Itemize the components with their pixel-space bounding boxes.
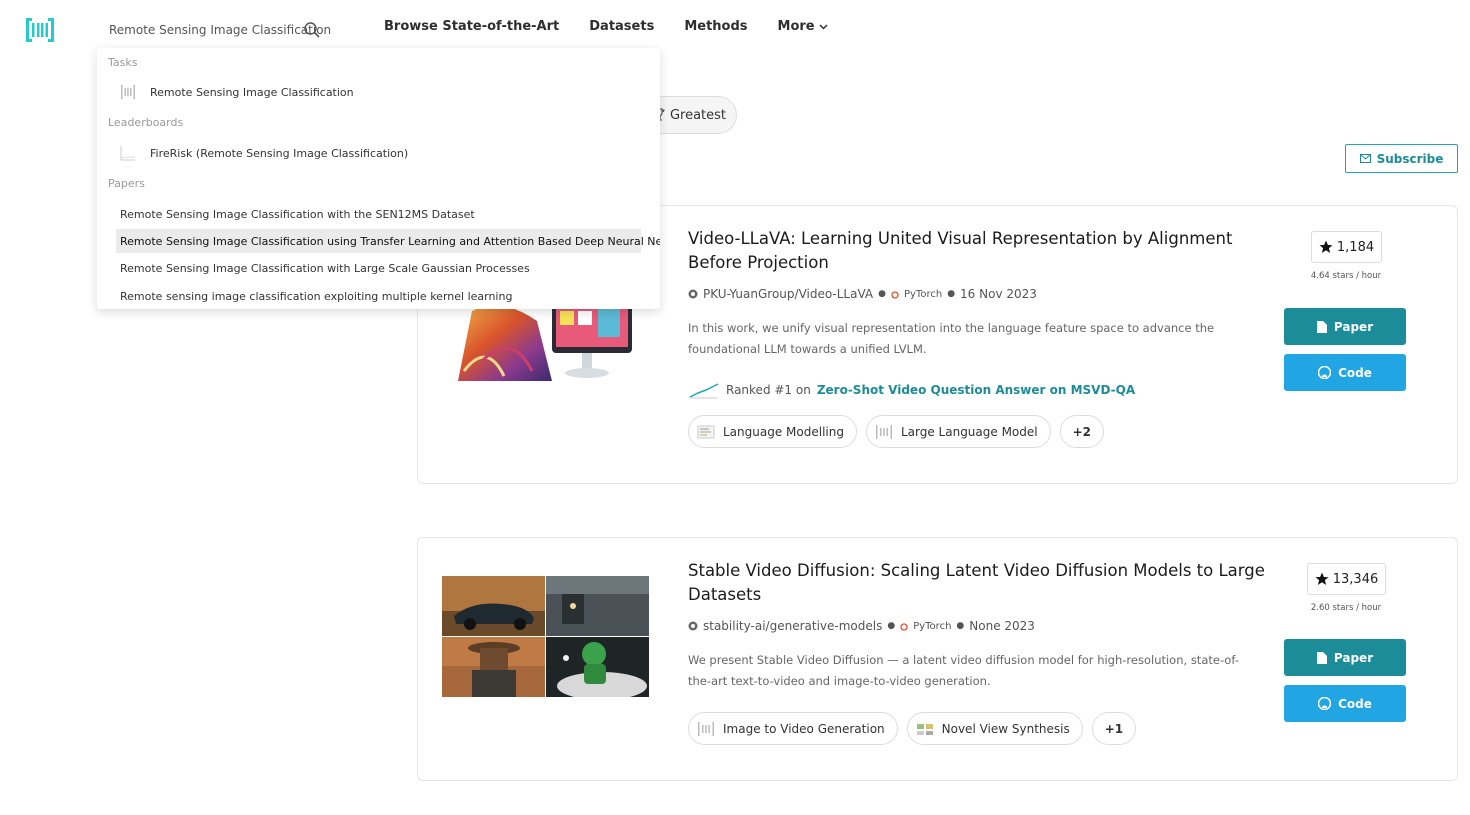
separator: ●: [947, 289, 956, 299]
ranked-prefix: Ranked #1 on: [726, 383, 811, 397]
paper-thumbnail[interactable]: [442, 576, 649, 697]
paper-meta: stability-ai/generative-models ● PyTorch…: [688, 619, 1035, 633]
paper-button-label: Paper: [1333, 650, 1374, 665]
suggestion-leaderboard[interactable]: FireRisk (Remote Sensing Image Classific…: [116, 141, 641, 165]
github-icon: [1318, 366, 1332, 379]
github-icon: [1318, 697, 1332, 710]
star-icon: [1315, 572, 1329, 585]
paperswithcode-logo-icon[interactable]: [26, 18, 54, 42]
more-tags-button[interactable]: +2: [1059, 415, 1105, 448]
paper-button[interactable]: Paper: [1284, 639, 1406, 676]
section-heading-papers: Papers: [108, 177, 145, 190]
paper-title[interactable]: Stable Video Diffusion: Scaling Latent V…: [688, 559, 1268, 607]
task-tag-label: Language Modelling: [723, 424, 844, 439]
task-tag[interactable]: Novel View Synthesis: [906, 712, 1083, 745]
search-icon[interactable]: [303, 21, 321, 39]
search-box[interactable]: [97, 14, 333, 46]
code-button-label: Code: [1338, 365, 1372, 380]
top-nav: Browse State-of-the-Art Datasets Methods…: [384, 19, 828, 34]
paper-meta: PKU-YuanGroup/Video-LLaVA ● PyTorch ● 16…: [688, 287, 1037, 301]
pytorch-icon: [891, 290, 899, 299]
suggestion-task[interactable]: Remote Sensing Image Classification: [116, 80, 641, 104]
separator: ●: [878, 289, 886, 299]
language-modelling-icon: [697, 425, 715, 438]
envelope-icon: [1359, 154, 1371, 163]
repo-link[interactable]: stability-ai/generative-models: [703, 619, 882, 633]
section-heading-leaderboards: Leaderboards: [108, 116, 184, 129]
task-icon: [121, 85, 135, 99]
separator: ●: [956, 621, 965, 631]
stars-count: 13,346: [1332, 571, 1379, 587]
suggestion-paper[interactable]: Remote Sensing Image Classification usin…: [116, 229, 660, 253]
task-placeholder-icon: [698, 721, 714, 736]
separator: ●: [887, 621, 896, 631]
task-tag-label: Large Language Model: [900, 424, 1038, 439]
ranked-badge: Ranked #1 on Zero-Shot Video Question An…: [688, 380, 1135, 400]
github-stars[interactable]: 1,184: [1311, 231, 1382, 263]
task-tag-label: Novel View Synthesis: [941, 721, 1070, 736]
nav-more-label: More: [777, 19, 815, 34]
stars-rate: 2.60 stars / hour: [1310, 603, 1382, 613]
paper-thumbnail[interactable]: [442, 301, 649, 381]
star-icon: [1319, 240, 1333, 253]
more-tags-button[interactable]: +1: [1091, 712, 1137, 745]
code-button[interactable]: Code: [1284, 685, 1406, 722]
nav-methods[interactable]: Methods: [684, 19, 747, 34]
task-placeholder-icon: [875, 424, 892, 439]
paper-button[interactable]: Paper: [1284, 308, 1406, 345]
document-icon: [1316, 320, 1327, 333]
paper-abstract: We present Stable Video Diffusion — a la…: [688, 653, 1239, 688]
search-input[interactable]: [97, 14, 333, 46]
task-tag-label: Image to Video Generation: [723, 721, 885, 736]
framework-label: PyTorch: [913, 620, 952, 632]
github-icon: [688, 621, 698, 631]
ranked-task-link[interactable]: Zero-Shot Video Question Answer on MSVD-…: [817, 383, 1135, 397]
novel-view-synthesis-icon: [916, 723, 933, 735]
paper-card: Stable Video Diffusion: Scaling Latent V…: [417, 537, 1458, 781]
framework-label: PyTorch: [903, 288, 943, 300]
github-icon: [688, 289, 698, 299]
code-button[interactable]: Code: [1284, 354, 1406, 391]
suggestion-paper[interactable]: Remote sensing image classification expl…: [116, 284, 641, 308]
paper-date: None 2023: [969, 619, 1035, 633]
document-icon: [1316, 651, 1327, 664]
nav-datasets[interactable]: Datasets: [589, 19, 654, 34]
nav-browse-sota[interactable]: Browse State-of-the-Art: [384, 19, 559, 34]
repo-link[interactable]: PKU-YuanGroup/Video-LLaVA: [703, 287, 873, 301]
search-suggestions-dropdown: Tasks Remote Sensing Image Classificatio…: [97, 48, 660, 309]
subscribe-label: Subscribe: [1376, 151, 1444, 166]
code-button-label: Code: [1338, 696, 1372, 711]
chevron-down-icon: [819, 23, 828, 30]
subscribe-button[interactable]: Subscribe: [1345, 144, 1458, 173]
paper-date: 16 Nov 2023: [960, 287, 1037, 301]
suggestion-paper[interactable]: Remote Sensing Image Classification with…: [116, 256, 641, 280]
github-stars[interactable]: 13,346: [1307, 563, 1386, 595]
suggestion-paper[interactable]: Remote Sensing Image Classification with…: [116, 202, 641, 226]
task-tag[interactable]: Large Language Model: [865, 415, 1051, 448]
section-heading-tasks: Tasks: [108, 56, 138, 69]
stars-rate: 4.64 stars / hour: [1310, 271, 1382, 281]
task-tags: Language Modelling Large Language Model …: [688, 415, 1105, 448]
nav-more[interactable]: More: [778, 19, 828, 34]
paper-button-label: Paper: [1333, 319, 1374, 334]
task-tag[interactable]: Image to Video Generation: [688, 712, 898, 745]
sota-chart-icon: [689, 383, 719, 399]
leaderboard-chart-icon: [120, 146, 135, 161]
stars-count: 1,184: [1336, 239, 1375, 255]
task-tags: Image to Video Generation Novel View Syn…: [688, 712, 1137, 745]
paper-abstract: In this work, we unify visual representa…: [688, 321, 1215, 356]
suggestion-label: Remote Sensing Image Classification: [150, 85, 354, 99]
filter-greatest-label: Greatest: [669, 107, 726, 123]
suggestion-label: FireRisk (Remote Sensing Image Classific…: [150, 146, 409, 160]
task-tag[interactable]: Language Modelling: [688, 415, 857, 448]
pytorch-icon: [900, 622, 908, 631]
paper-title[interactable]: Video-LLaVA: Learning United Visual Repr…: [688, 227, 1268, 275]
